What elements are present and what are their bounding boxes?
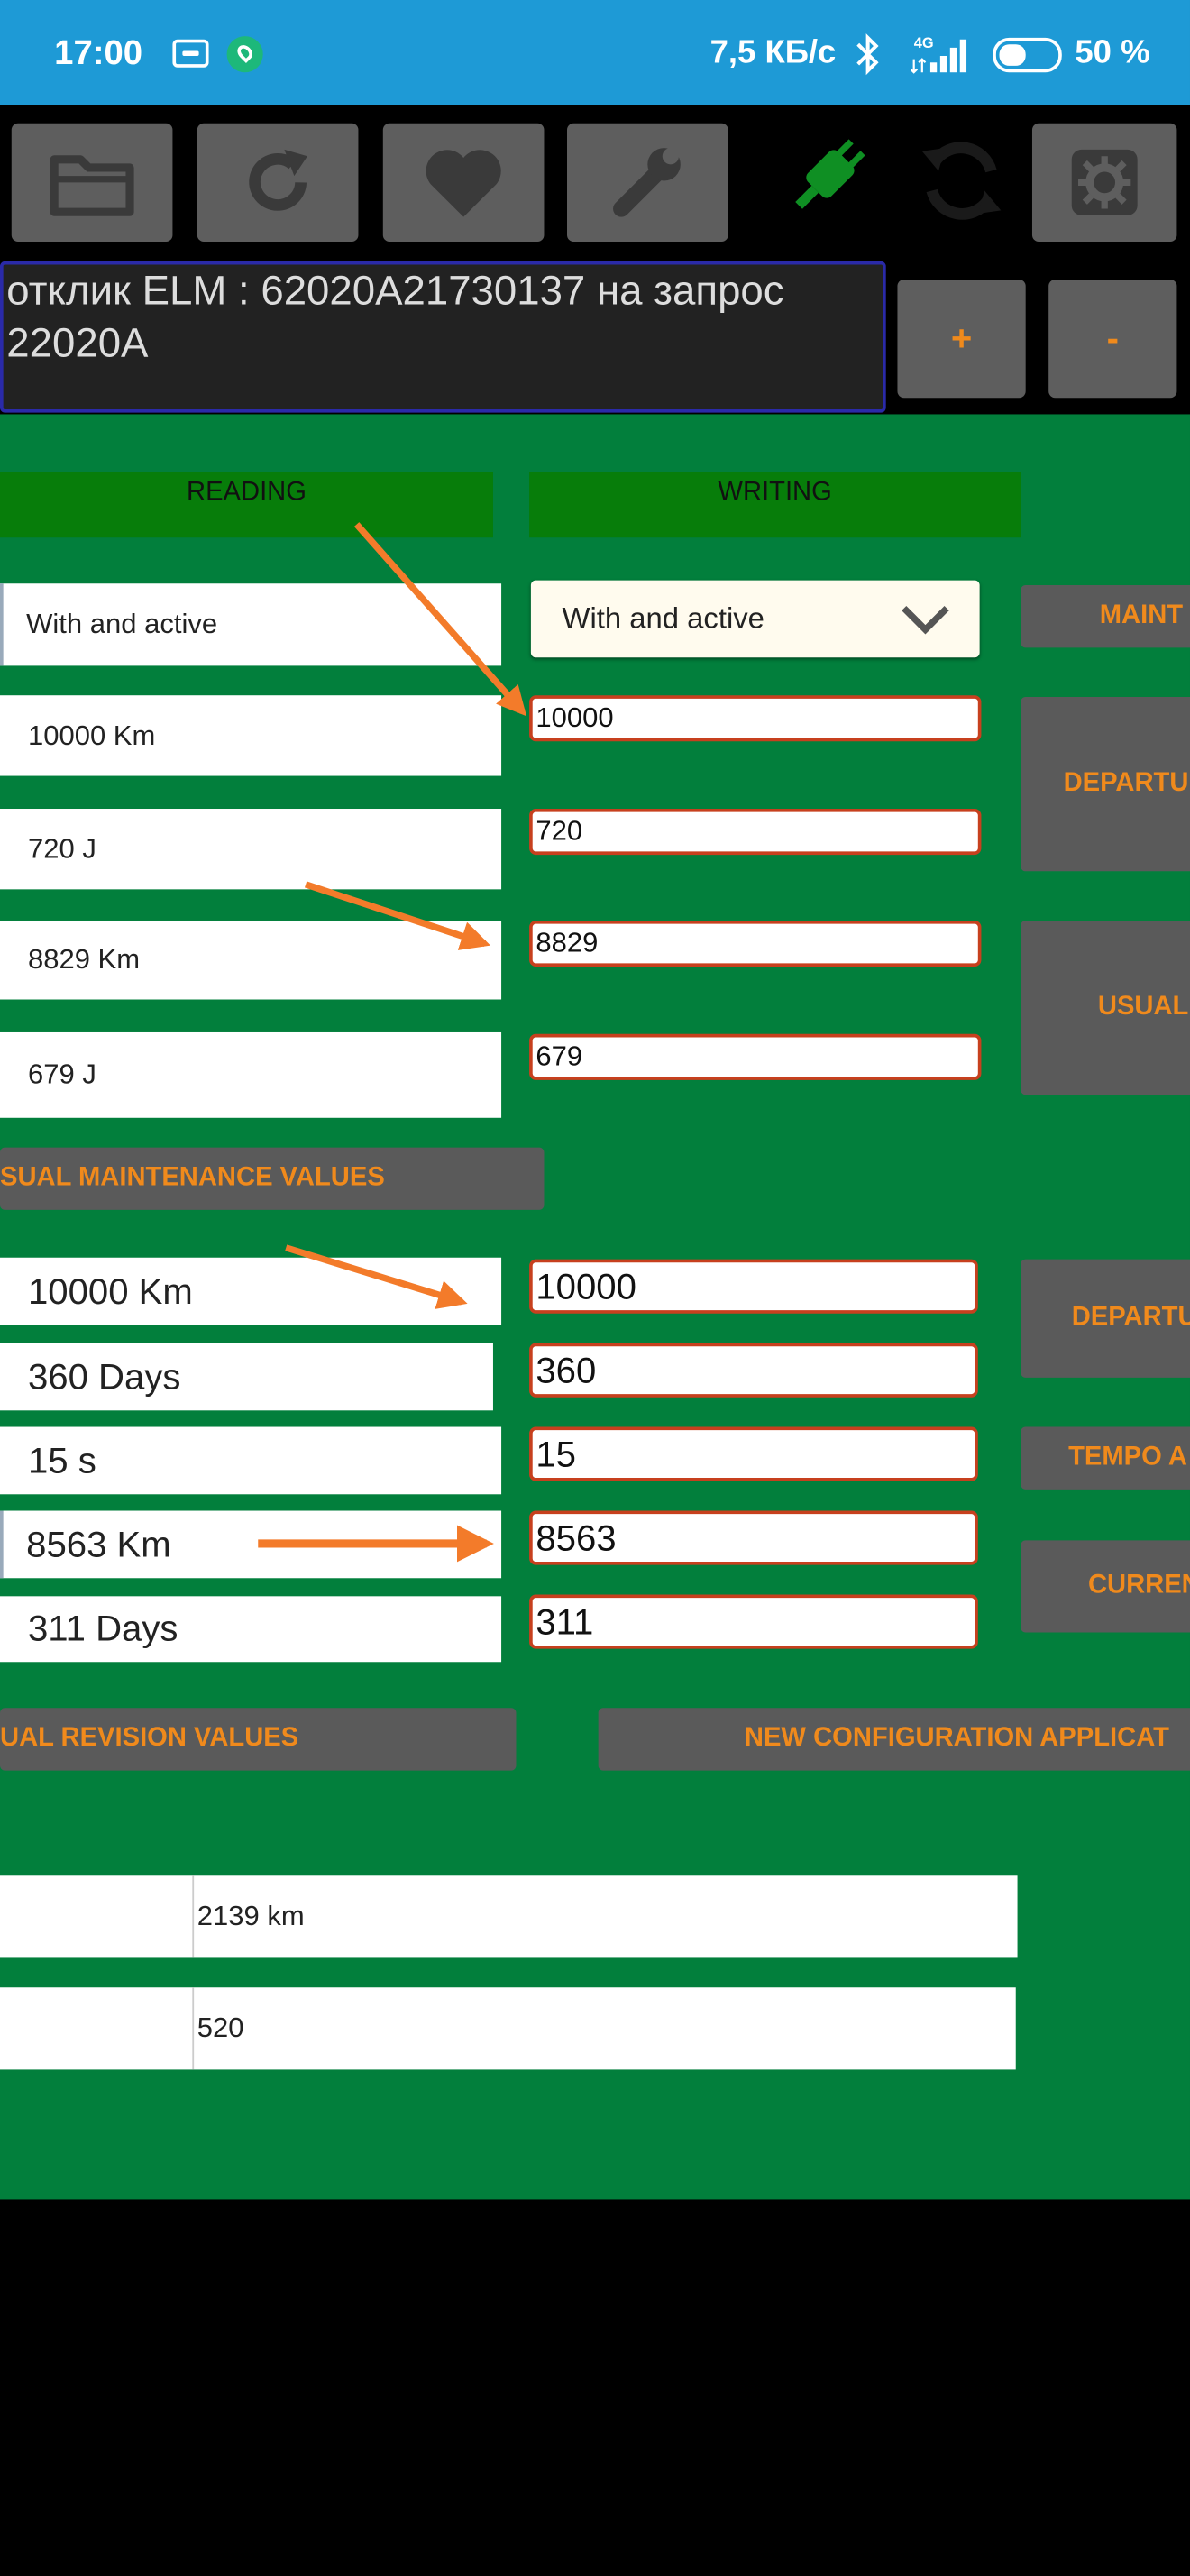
app-screen: 17:00 7,5 КБ/с 4G 50 % отклик ELM: 6202…	[0, 0, 1190, 2576]
annotation-arrow	[285, 1244, 468, 1309]
annotation-arrow	[304, 881, 491, 950]
annotation-arrow	[353, 522, 527, 717]
annotation-arrows	[258, 522, 527, 1563]
